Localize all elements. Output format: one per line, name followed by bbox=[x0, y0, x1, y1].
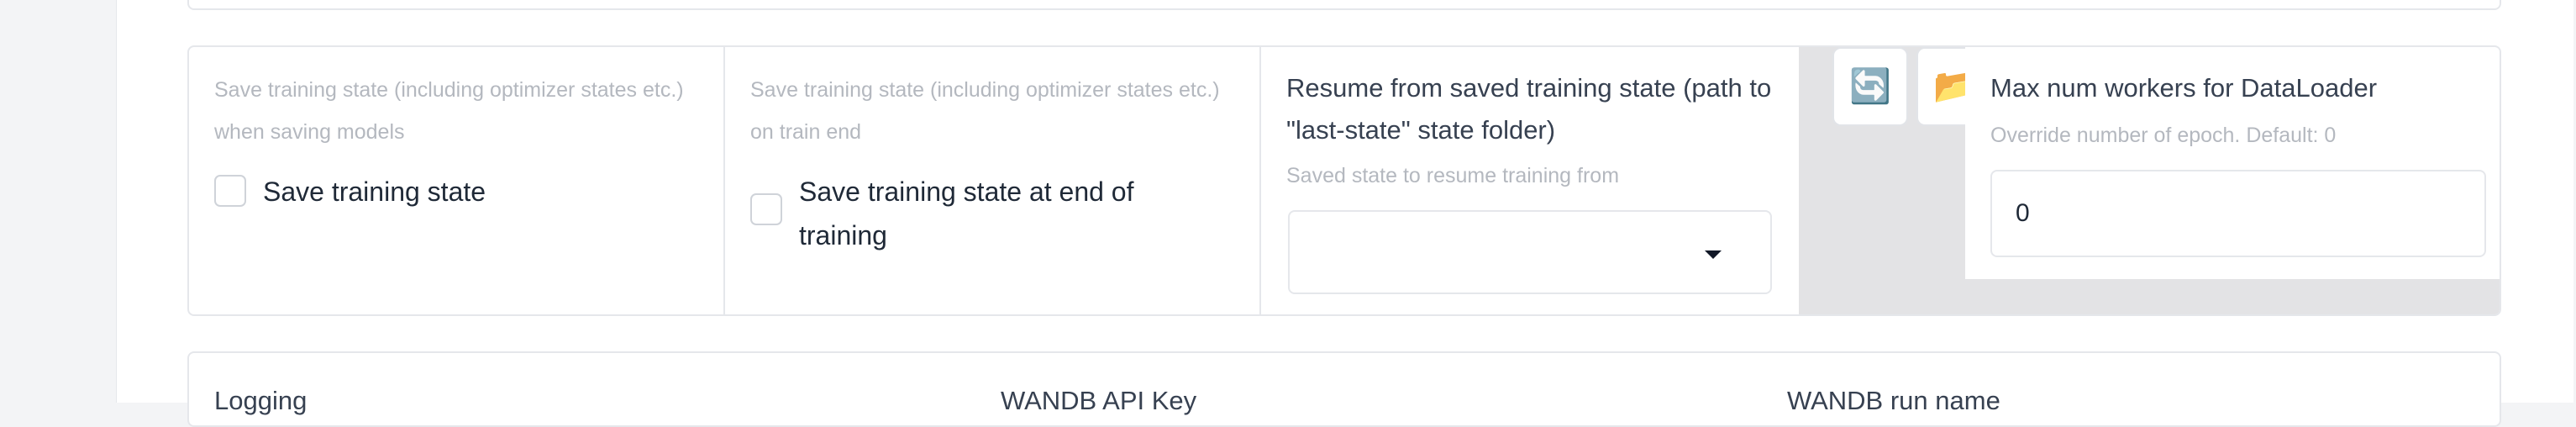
wandb-run-name-label: WANDB run name bbox=[1787, 386, 2000, 415]
chevron-down-icon bbox=[1705, 250, 1722, 259]
wandb-api-key-label: WANDB API Key bbox=[1001, 386, 1197, 415]
previous-settings-card bbox=[187, 0, 2501, 10]
resume-state-info: Saved state to resume training from bbox=[1286, 164, 1620, 187]
max-workers-info: Override number of epoch. Default: 0 bbox=[1990, 124, 2337, 147]
save-state-end-cell: Save training state (including optimizer… bbox=[725, 47, 1261, 314]
max-workers-panel: Max num workers for DataLoader Override … bbox=[1965, 47, 2500, 279]
save-state-end-info: Save training state (including optimizer… bbox=[750, 78, 1220, 144]
save-state-info: Save training state (including optimizer… bbox=[214, 78, 684, 144]
logging-card: Logging WANDB API Key WANDB run name bbox=[187, 351, 2501, 427]
save-state-option[interactable]: Save training state bbox=[214, 170, 486, 214]
max-workers-label: Max num workers for DataLoader bbox=[1990, 73, 2378, 103]
logging-label: Logging bbox=[214, 386, 308, 415]
max-workers-input[interactable] bbox=[1990, 170, 2486, 257]
save-state-checkbox[interactable] bbox=[214, 175, 246, 207]
save-state-label[interactable]: Save training state bbox=[263, 170, 486, 214]
resume-state-label: Resume from saved training state (path t… bbox=[1286, 73, 1772, 145]
save-state-cell: Save training state (including optimizer… bbox=[189, 47, 725, 314]
training-state-card: Save training state (including optimizer… bbox=[187, 45, 2501, 316]
save-state-end-checkbox[interactable] bbox=[750, 193, 782, 225]
page-content: Save training state (including optimizer… bbox=[116, 0, 2573, 427]
refresh-button[interactable]: 🔄 bbox=[1832, 47, 1908, 126]
refresh-icon: 🔄 bbox=[1849, 68, 1891, 105]
save-state-end-option[interactable]: Save training state at end of training bbox=[750, 170, 1152, 257]
resume-state-cell: Resume from saved training state (path t… bbox=[1261, 47, 1799, 314]
save-state-end-label[interactable]: Save training state at end of training bbox=[799, 170, 1152, 257]
resume-state-dropdown[interactable] bbox=[1288, 210, 1772, 294]
